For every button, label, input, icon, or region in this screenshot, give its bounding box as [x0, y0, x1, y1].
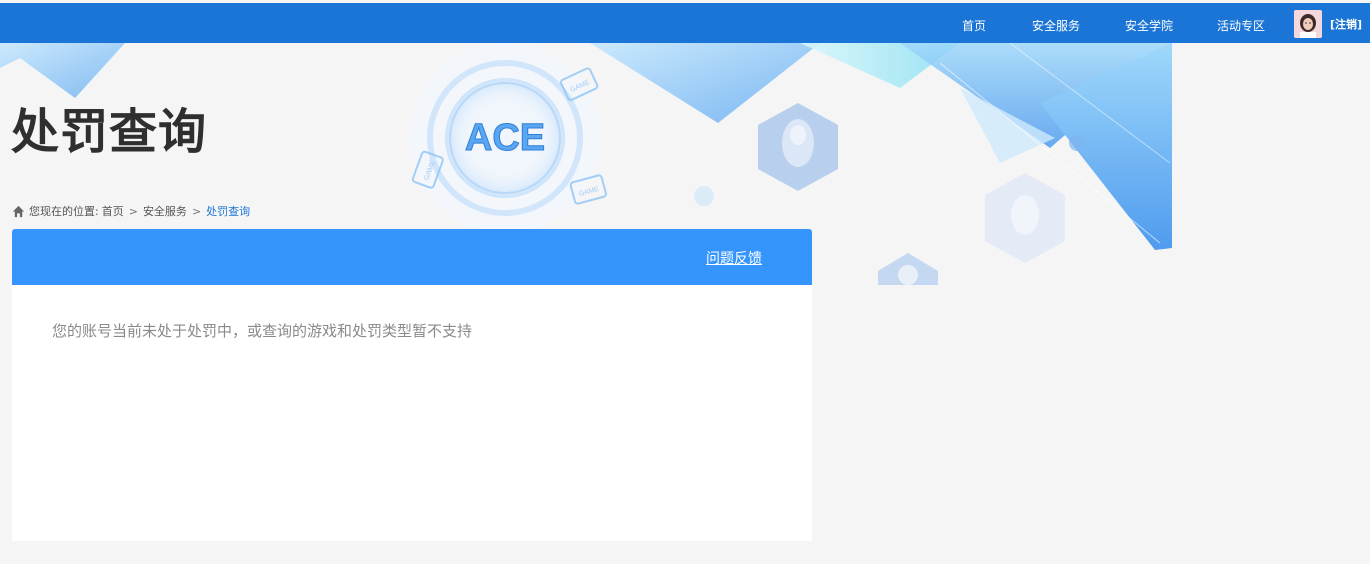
nav-security-service[interactable]: 安全服务	[1032, 17, 1080, 34]
top-nav-bar: 首页 安全服务 安全学院 活动专区 [注销]	[0, 3, 1370, 43]
breadcrumb-prefix: 您现在的位置:	[29, 205, 99, 218]
nav-home[interactable]: 首页	[962, 17, 986, 34]
breadcrumb: 您现在的位置: 首页 > 安全服务 > 处罚查询	[12, 203, 250, 219]
breadcrumb-item-security-service[interactable]: 安全服务	[143, 203, 187, 219]
page-title: 处罚查询	[11, 104, 208, 160]
logout-link[interactable]: [注销]	[1330, 16, 1362, 32]
home-icon	[12, 205, 25, 217]
breadcrumb-separator: >	[191, 204, 202, 218]
avatar-image	[1294, 10, 1322, 38]
svg-text:ACE: ACE	[465, 117, 545, 159]
panel-header: 问题反馈	[12, 229, 812, 285]
breadcrumb-item-current: 处罚查询	[206, 205, 251, 218]
nav-events[interactable]: 活动专区	[1217, 17, 1265, 34]
result-panel: 问题反馈 您的账号当前未处于处罚中，或查询的游戏和处罚类型暂不支持	[12, 229, 812, 541]
status-message: 您的账号当前未处于处罚中，或查询的游戏和处罚类型暂不支持	[52, 322, 473, 340]
breadcrumb-item-home[interactable]: 首页	[102, 203, 124, 219]
user-avatar[interactable]	[1294, 10, 1322, 38]
feedback-link[interactable]: 问题反馈	[706, 248, 762, 268]
breadcrumb-separator: >	[128, 204, 138, 218]
nav-security-academy[interactable]: 安全学院	[1125, 17, 1173, 34]
